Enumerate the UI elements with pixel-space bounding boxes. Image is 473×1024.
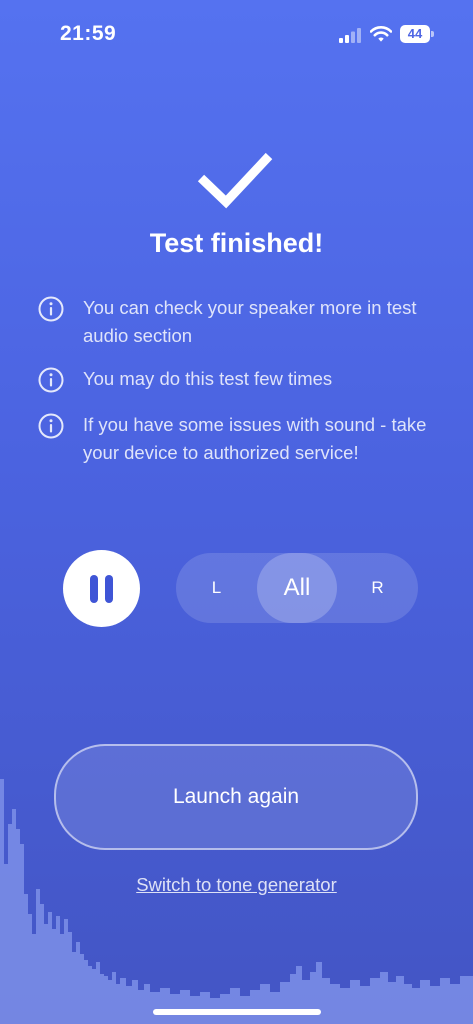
info-icon [38, 367, 64, 393]
info-icon [38, 413, 64, 439]
pause-bar-left [90, 575, 98, 603]
status-time: 21:59 [60, 22, 117, 45]
checkmark-icon [197, 152, 273, 209]
cellular-signal-icon [339, 28, 361, 43]
wifi-icon [370, 26, 392, 42]
pause-button[interactable] [63, 550, 140, 627]
info-text: You can check your speaker more in test … [83, 297, 417, 346]
switch-tone-generator-link[interactable]: Switch to tone generator [0, 874, 473, 896]
info-text: You may do this test few times [83, 368, 333, 389]
launch-again-button[interactable]: Launch again [54, 744, 418, 850]
pause-bar-right [105, 575, 113, 603]
battery-cap [431, 31, 434, 37]
home-indicator [153, 1009, 321, 1015]
channel-selector[interactable]: L All R [176, 553, 418, 623]
battery-indicator: 44 [400, 25, 430, 43]
page-title: Test finished! [149, 228, 324, 258]
info-icon [38, 296, 64, 322]
channel-right-option[interactable]: R [337, 553, 418, 623]
channel-left-option[interactable]: L [176, 553, 257, 623]
status-bar: 21:59 44 [0, 0, 473, 70]
info-text: If you have some issues with sound - tak… [83, 414, 427, 463]
channel-all-option[interactable]: All [257, 553, 337, 623]
